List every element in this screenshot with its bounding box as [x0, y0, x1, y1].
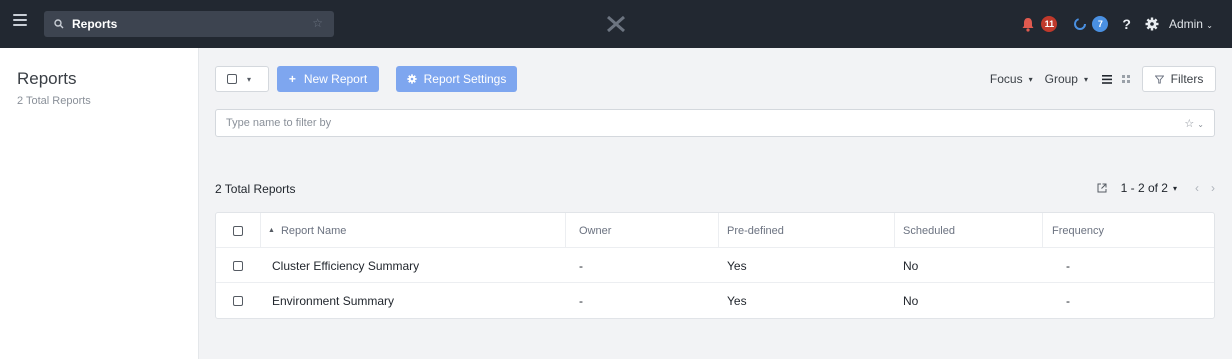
bell-icon[interactable]	[1021, 17, 1035, 32]
chevron-down-icon: ▾	[1083, 74, 1088, 84]
main-content: ▾ + New Report Report Settings Focus ▾ Gr…	[200, 48, 1232, 359]
column-report-name[interactable]: ▲ Report Name	[268, 213, 346, 248]
logo-icon	[607, 15, 625, 33]
new-report-button[interactable]: + New Report	[277, 66, 379, 92]
chevron-right-icon[interactable]: ›	[1211, 181, 1215, 195]
group-label: Group	[1044, 72, 1078, 86]
frequency-cell: -	[1066, 258, 1070, 273]
group-dropdown[interactable]: Group ▾	[1045, 72, 1088, 86]
header-checkbox[interactable]	[233, 213, 243, 248]
export-icon[interactable]	[1097, 183, 1107, 193]
row-checkbox[interactable]	[233, 248, 243, 283]
filters-button[interactable]: Filters	[1142, 66, 1216, 92]
search-text: Reports	[72, 17, 118, 31]
frequency-cell: -	[1066, 293, 1070, 308]
tasks-icon[interactable]	[1073, 17, 1087, 31]
chevron-left-icon[interactable]: ‹	[1195, 181, 1199, 195]
chevron-down-icon: ⌄	[1206, 21, 1213, 30]
global-search[interactable]: Reports ☆	[44, 11, 334, 37]
user-menu[interactable]: Admin ⌄	[1169, 17, 1213, 31]
report-name-cell[interactable]: Environment Summary	[272, 283, 394, 318]
alerts-badge[interactable]: 11	[1041, 16, 1058, 32]
select-all-dropdown[interactable]: ▾	[215, 66, 269, 92]
filter-field[interactable]: ☆ ⌄	[215, 109, 1215, 137]
sort-asc-icon: ▲	[268, 227, 275, 234]
table-row[interactable]: Environment Summary - Yes No -	[216, 283, 1214, 318]
star-icon[interactable]: ☆ ⌄	[1184, 117, 1204, 130]
top-bar: Reports ☆ 11 7 ? Admin ⌄	[0, 0, 1232, 48]
table-row[interactable]: Cluster Efficiency Summary - Yes No -	[216, 248, 1214, 283]
help-icon[interactable]: ?	[1122, 16, 1131, 32]
chevron-down-icon: ⌄	[1197, 120, 1204, 129]
plus-icon: +	[288, 72, 296, 86]
column-frequency[interactable]: Frequency	[1052, 213, 1104, 248]
hamburger-icon[interactable]	[13, 13, 27, 27]
user-label: Admin	[1168, 17, 1203, 31]
checkbox-icon	[227, 74, 237, 84]
chevron-down-icon[interactable]: ▾	[1173, 184, 1177, 193]
filter-input[interactable]	[226, 117, 1126, 129]
filters-label: Filters	[1170, 72, 1204, 86]
focus-dropdown[interactable]: Focus ▾	[990, 72, 1033, 86]
report-name-cell[interactable]: Cluster Efficiency Summary	[272, 248, 419, 283]
focus-label: Focus	[989, 72, 1023, 86]
filter-icon	[1154, 75, 1164, 83]
pagination-label[interactable]: 1 - 2 of 2	[1121, 181, 1168, 195]
chevron-down-icon: ▾	[247, 74, 252, 84]
gear-icon[interactable]	[1145, 17, 1159, 31]
tasks-badge[interactable]: 7	[1092, 16, 1109, 32]
gear-small-icon	[406, 74, 417, 84]
grid-view-icon[interactable]	[1122, 75, 1130, 83]
column-scheduled[interactable]: Scheduled	[903, 213, 955, 248]
column-pre-defined[interactable]: Pre-defined	[727, 213, 784, 248]
search-icon	[54, 19, 64, 29]
owner-cell: -	[579, 293, 583, 308]
list-view-icon[interactable]	[1102, 74, 1112, 84]
new-report-label: New Report	[303, 72, 368, 86]
reports-table: ▲ Report Name Owner Pre-defined Scheduled…	[215, 212, 1215, 319]
column-owner[interactable]: Owner	[579, 213, 611, 248]
pre-defined-cell: Yes	[727, 258, 747, 273]
scheduled-cell: No	[903, 258, 919, 273]
report-settings-button[interactable]: Report Settings	[396, 66, 517, 92]
star-icon[interactable]: ☆	[312, 16, 323, 30]
owner-cell: -	[579, 258, 583, 273]
pre-defined-cell: Yes	[727, 293, 747, 308]
table-header-row: ▲ Report Name Owner Pre-defined Scheduled…	[216, 213, 1214, 248]
pagination: 1 - 2 of 2 ▾ ‹ ›	[1097, 179, 1215, 197]
page-title: Reports	[17, 69, 77, 88]
left-panel: Reports 2 Total Reports	[0, 48, 199, 359]
page-subtitle: 2 Total Reports	[17, 95, 91, 107]
total-reports-label: 2 Total Reports	[215, 182, 296, 196]
view-controls: Focus ▾ Group ▾ Filters	[990, 66, 1232, 92]
report-settings-label: Report Settings	[423, 72, 507, 86]
scheduled-cell: No	[903, 293, 919, 308]
chevron-down-icon: ▾	[1028, 74, 1033, 84]
column-label: Report Name	[280, 224, 347, 237]
topbar-right: 11 7 ? Admin ⌄	[1021, 0, 1232, 48]
row-checkbox[interactable]	[233, 283, 243, 318]
